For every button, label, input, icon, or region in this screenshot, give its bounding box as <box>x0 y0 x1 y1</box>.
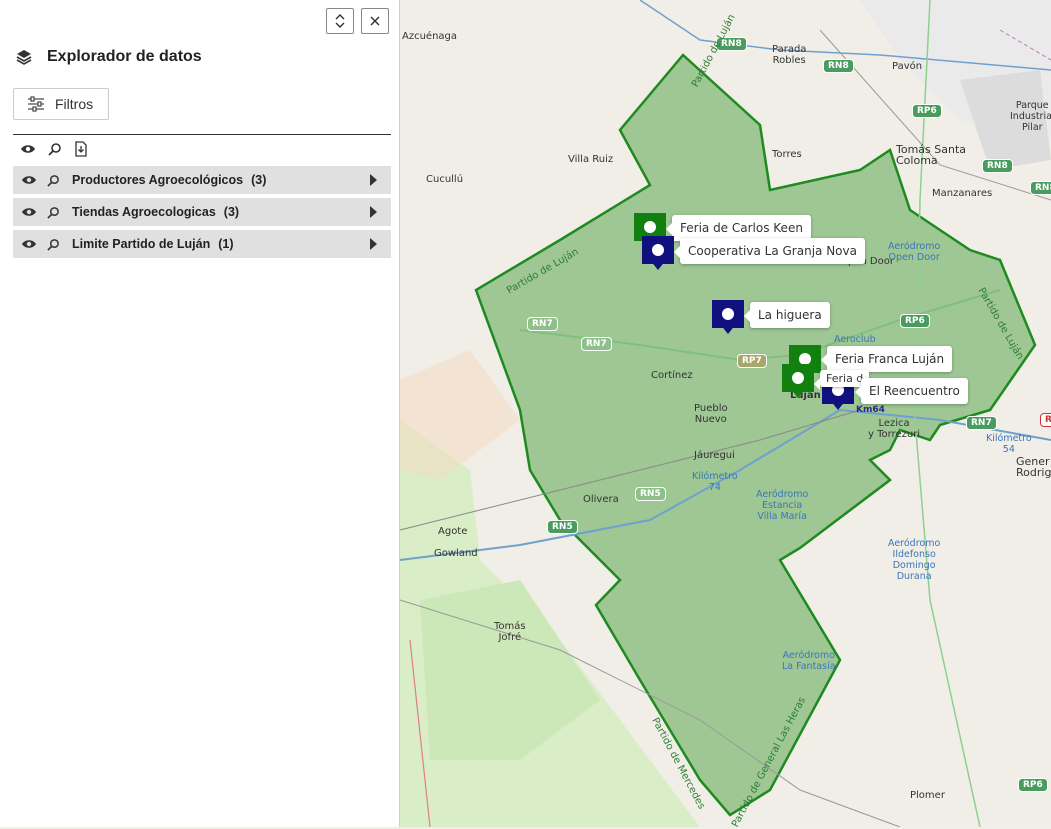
place-label: Villa Ruiz <box>568 154 614 165</box>
road-shield: RP6 <box>900 314 930 328</box>
place-label: Cortínez <box>651 370 693 381</box>
marker-la-higuera[interactable] <box>712 300 744 334</box>
place-label: Gowland <box>434 548 478 559</box>
marker-label: La higuera <box>744 302 830 328</box>
place-label: Aeródromo Ildefonso Domingo Durana <box>888 538 941 582</box>
place-label: Tomás Jofré <box>494 621 526 643</box>
expand-arrow-icon[interactable] <box>370 174 377 186</box>
road-shield: R <box>1040 413 1051 427</box>
road-shield: RN8 <box>1030 181 1051 195</box>
place-label: Tomás Santa Coloma <box>896 143 967 167</box>
marker-label: Feria Franca Luján <box>820 346 953 372</box>
sliders-icon <box>28 96 44 112</box>
layers-icon <box>16 50 32 65</box>
layer-row[interactable]: Productores Agroecológicos (3) <box>13 166 391 194</box>
eye-icon[interactable] <box>20 143 36 155</box>
place-label: Kilómetro 74 <box>692 471 738 493</box>
place-label: Agote <box>438 526 468 537</box>
place-label: Pueblo Nuevo <box>694 403 728 425</box>
place-label: Cucullú <box>426 174 464 185</box>
place-label: Plomer <box>910 790 945 801</box>
place-label: Gener Rodrigu <box>1016 455 1051 479</box>
filters-button[interactable]: Filtros <box>13 88 109 120</box>
divider <box>13 134 391 135</box>
chevron-up-down-icon <box>335 14 345 28</box>
road-shield: RP7 <box>737 354 767 368</box>
zoom-icon[interactable] <box>48 142 62 156</box>
road-shield: RN8 <box>982 159 1013 173</box>
marker-cooperativa-la-granja-nova[interactable] <box>642 236 674 270</box>
layer-count: (1) <box>218 237 234 251</box>
place-label: Jáuregui <box>694 450 735 461</box>
place-label: Parque Industrial Pilar <box>1010 100 1051 133</box>
layer-name: Productores Agroecológicos <box>72 173 244 187</box>
layer-name: Tiendas Agroecologicas <box>72 205 216 219</box>
road-shield: Km64 <box>856 405 885 415</box>
collapse-expand-button[interactable] <box>326 8 354 34</box>
place-label: Aeródromo La Fantasía <box>782 650 836 672</box>
place-label: Kilómetro 54 <box>986 433 1032 455</box>
place-label: Azcuénaga <box>402 31 458 42</box>
data-explorer-panel: Explorador de datos Filtros Productores … <box>0 0 400 827</box>
place-label: Olivera <box>583 494 619 505</box>
close-icon <box>370 16 380 26</box>
layer-count: (3) <box>251 173 267 187</box>
place-label: Aeródromo Open Door <box>888 241 941 263</box>
place-label: Torres <box>772 149 802 160</box>
place-label: Aeródromo Estancia Villa María <box>756 489 809 522</box>
marker-label: Cooperativa La Granja Nova <box>674 238 865 264</box>
eye-icon[interactable] <box>21 174 37 186</box>
road-shield: RN7 <box>966 416 997 430</box>
eye-icon[interactable] <box>21 238 37 250</box>
road-shield: RN5 <box>547 520 578 534</box>
layers-toolbar <box>20 141 88 157</box>
zoom-icon[interactable] <box>47 174 60 187</box>
road-shield: RN8 <box>823 59 854 73</box>
filters-label: Filtros <box>55 96 94 112</box>
road-shield: RP6 <box>1018 778 1048 792</box>
panel-title: Explorador de datos <box>47 48 202 65</box>
layer-row[interactable]: Limite Partido de Luján (1) <box>13 230 391 258</box>
download-file-icon[interactable] <box>74 141 88 157</box>
place-label: Pavón <box>892 61 923 72</box>
close-button[interactable] <box>361 8 389 34</box>
panel-header: Explorador de datos <box>15 48 202 66</box>
place-label: Aeroclub <box>834 334 876 345</box>
place-label: Parada Robles <box>772 44 807 66</box>
road-shield: RN7 <box>527 317 558 331</box>
marker-feria[interactable] <box>782 364 814 398</box>
expand-arrow-icon[interactable] <box>370 238 377 250</box>
layer-row[interactable]: Tiendas Agroecologicas (3) <box>13 198 391 226</box>
eye-icon[interactable] <box>21 206 37 218</box>
zoom-icon[interactable] <box>47 238 60 251</box>
road-shield: RN5 <box>635 487 666 501</box>
layer-count: (3) <box>223 205 240 219</box>
expand-arrow-icon[interactable] <box>370 206 377 218</box>
road-shield: RN7 <box>581 337 612 351</box>
place-label: Lezica y Torrezuri <box>868 418 921 440</box>
zoom-icon[interactable] <box>47 206 60 219</box>
layer-name: Limite Partido de Luján <box>72 237 211 251</box>
road-shield: RP6 <box>912 104 942 118</box>
place-label: Manzanares <box>932 188 993 199</box>
marker-label: El Reencuentro <box>855 378 968 404</box>
